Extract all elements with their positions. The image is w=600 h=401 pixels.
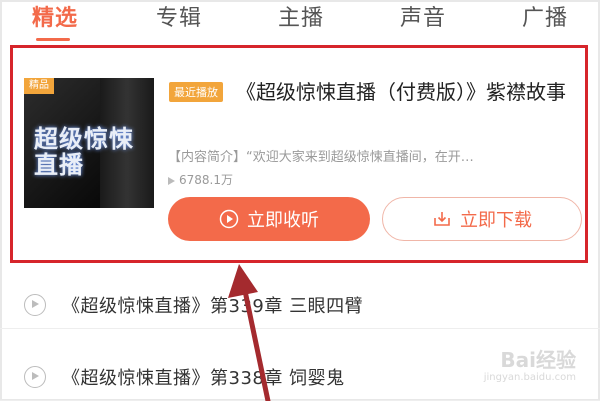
tab-sounds[interactable]: 声音 [400, 0, 446, 32]
tab-hosts[interactable]: 主播 [278, 0, 324, 32]
episode-title: 《超级惊悚直播》第338章 饲婴鬼 [62, 368, 345, 389]
episode-row[interactable]: 《超级惊悚直播》第339章 三眼四臂 [0, 280, 600, 329]
tab-albums[interactable]: 专辑 [156, 0, 202, 32]
category-tabs: 精选 专辑 主播 声音 广播 [0, 0, 600, 41]
play-icon[interactable] [24, 366, 46, 388]
watermark-url: jingyan.baidu.com [483, 372, 576, 383]
episode-title: 《超级惊悚直播》第339章 三眼四臂 [62, 296, 364, 317]
play-icon[interactable] [24, 294, 46, 316]
watermark-brand: Bai经验 [500, 348, 576, 372]
highlight-box [10, 45, 588, 263]
tab-featured[interactable]: 精选 [32, 0, 78, 32]
tab-radio[interactable]: 广播 [522, 0, 568, 32]
active-tab-indicator [36, 38, 70, 41]
annotation-arrow-icon [228, 264, 271, 401]
